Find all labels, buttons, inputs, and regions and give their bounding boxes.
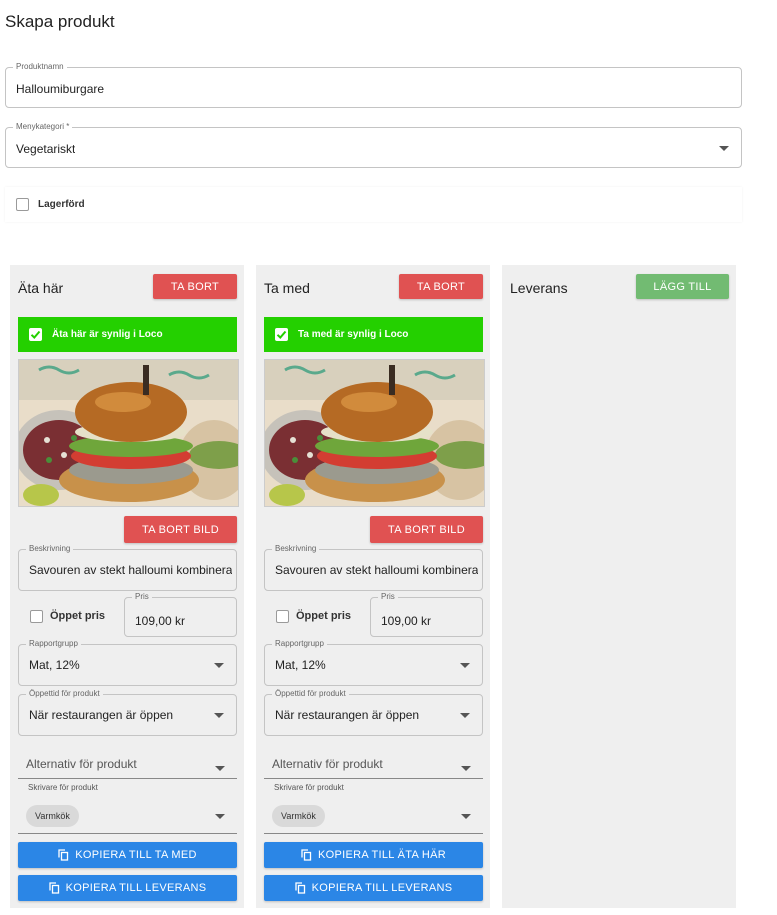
- copy-icon: [294, 882, 305, 894]
- dropdown-caret-icon: [719, 146, 729, 151]
- checkbox-empty-icon[interactable]: [16, 198, 29, 211]
- printer-chip[interactable]: Varmkök: [272, 805, 325, 827]
- copy-to-delivery-button[interactable]: KOPIERA TILL LEVERANS: [264, 875, 483, 901]
- remove-button[interactable]: TA BORT: [399, 274, 483, 299]
- remove-button[interactable]: TA BORT: [153, 274, 237, 299]
- open-time-label: Öppettid för produkt: [272, 689, 349, 699]
- page-title: Skapa produkt: [5, 12, 115, 31]
- category-label: Menykategori *: [13, 122, 73, 132]
- open-time-value: När restaurangen är öppen: [275, 708, 420, 722]
- checkbox-checked-icon[interactable]: [275, 328, 288, 341]
- description-field[interactable]: Beskrivning Savouren av stekt halloumi k…: [18, 544, 237, 591]
- category-select[interactable]: Menykategori * Vegetariskt: [5, 122, 742, 168]
- copy-icon: [301, 849, 312, 861]
- dropdown-caret-icon: [461, 814, 471, 819]
- open-price-label: Öppet pris: [296, 610, 352, 622]
- dropdown-caret-icon: [215, 814, 225, 819]
- printer-label: Skrivare för produkt: [28, 783, 98, 792]
- dropdown-caret-icon: [460, 713, 470, 718]
- description-label: Beskrivning: [26, 544, 74, 554]
- price-label: Pris: [132, 592, 152, 602]
- description-field[interactable]: Beskrivning Savouren av stekt halloumi k…: [264, 544, 483, 591]
- printer-select[interactable]: Varmkök: [18, 797, 237, 834]
- copy-icon: [48, 882, 59, 894]
- copy-to-delivery-button[interactable]: KOPIERA TILL LEVERANS: [18, 875, 237, 901]
- open-price-label: Öppet pris: [50, 610, 106, 622]
- copy-button-label: KOPIERA TILL LEVERANS: [65, 882, 207, 894]
- column-title: Ta med: [264, 280, 310, 296]
- report-group-label: Rapportgrupp: [272, 639, 327, 649]
- dropdown-caret-icon: [215, 766, 225, 771]
- visible-in-loco-row[interactable]: Äta här är synlig i Loco: [18, 317, 237, 352]
- column-takeaway: Ta med TA BORT Ta med är synlig i Loco T…: [256, 265, 490, 908]
- copy-icon: [58, 849, 69, 861]
- options-placeholder: Alternativ för produkt: [272, 757, 383, 771]
- report-group-label: Rapportgrupp: [26, 639, 81, 649]
- remove-image-button[interactable]: TA BORT BILD: [370, 516, 483, 543]
- checkbox-empty-icon[interactable]: [276, 610, 289, 623]
- printer-label: Skrivare för produkt: [274, 783, 344, 792]
- options-select[interactable]: Alternativ för produkt: [18, 750, 237, 779]
- open-time-label: Öppettid för produkt: [26, 689, 103, 699]
- product-name-value[interactable]: Halloumiburgare: [16, 82, 104, 96]
- copy-to-eat-here-button[interactable]: KOPIERA TILL ÄTA HÄR: [264, 842, 483, 868]
- printer-chip[interactable]: Varmkök: [26, 805, 79, 827]
- product-image: [18, 359, 239, 507]
- category-value: Vegetariskt: [16, 142, 76, 156]
- copy-button-label: KOPIERA TILL TA MED: [75, 849, 197, 861]
- checkbox-checked-icon[interactable]: [29, 328, 42, 341]
- stocked-row[interactable]: Lagerförd: [5, 187, 742, 222]
- dropdown-caret-icon: [214, 713, 224, 718]
- description-value[interactable]: Savouren av stekt halloumi kombinerat: [275, 563, 478, 577]
- copy-button-label: KOPIERA TILL LEVERANS: [311, 882, 453, 894]
- report-group-select[interactable]: Rapportgrupp Mat, 12%: [264, 639, 483, 686]
- report-group-value: Mat, 12%: [29, 658, 80, 672]
- price-value[interactable]: 109,00 kr: [381, 614, 431, 628]
- product-image: [264, 359, 485, 507]
- copy-button-label: KOPIERA TILL ÄTA HÄR: [317, 849, 447, 861]
- dropdown-caret-icon: [460, 663, 470, 668]
- report-group-value: Mat, 12%: [275, 658, 326, 672]
- description-value[interactable]: Savouren av stekt halloumi kombinerat: [29, 563, 232, 577]
- copy-to-takeaway-button[interactable]: KOPIERA TILL TA MED: [18, 842, 237, 868]
- description-label: Beskrivning: [272, 544, 320, 554]
- checkbox-empty-icon[interactable]: [30, 610, 43, 623]
- column-title: Äta här: [18, 280, 64, 296]
- column-title: Leverans: [510, 280, 568, 296]
- printer-select[interactable]: Varmkök: [264, 797, 483, 834]
- add-button[interactable]: LÄGG TILL: [636, 274, 729, 299]
- stocked-label: Lagerförd: [38, 199, 85, 210]
- price-label: Pris: [378, 592, 398, 602]
- price-field[interactable]: Pris 109,00 kr: [370, 592, 483, 637]
- report-group-select[interactable]: Rapportgrupp Mat, 12%: [18, 639, 237, 686]
- column-eat-here: Äta här TA BORT Äta här är synlig i Loco: [10, 265, 244, 908]
- open-price-row[interactable]: Öppet pris: [20, 601, 120, 631]
- open-time-value: När restaurangen är öppen: [29, 708, 174, 722]
- product-name-field[interactable]: Produktnamn Halloumiburgare: [5, 62, 742, 108]
- price-field[interactable]: Pris 109,00 kr: [124, 592, 237, 637]
- visible-in-loco-label: Äta här är synlig i Loco: [52, 329, 163, 340]
- open-time-select[interactable]: Öppettid för produkt När restaurangen är…: [264, 689, 483, 736]
- price-value[interactable]: 109,00 kr: [135, 614, 185, 628]
- column-delivery: Leverans LÄGG TILL: [502, 265, 736, 908]
- open-time-select[interactable]: Öppettid för produkt När restaurangen är…: [18, 689, 237, 736]
- visible-in-loco-row[interactable]: Ta med är synlig i Loco: [264, 317, 483, 352]
- dropdown-caret-icon: [214, 663, 224, 668]
- open-price-row[interactable]: Öppet pris: [266, 601, 366, 631]
- options-placeholder: Alternativ för produkt: [26, 757, 137, 771]
- dropdown-caret-icon: [461, 766, 471, 771]
- remove-image-button[interactable]: TA BORT BILD: [124, 516, 237, 543]
- options-select[interactable]: Alternativ för produkt: [264, 750, 483, 779]
- product-name-label: Produktnamn: [13, 62, 67, 72]
- visible-in-loco-label: Ta med är synlig i Loco: [298, 329, 409, 340]
